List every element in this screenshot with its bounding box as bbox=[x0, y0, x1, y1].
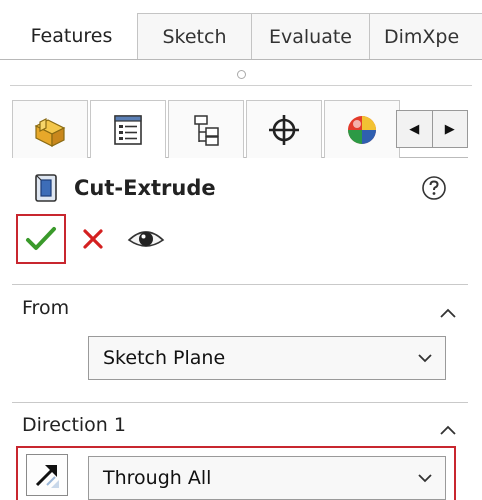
detailed-preview-button[interactable] bbox=[126, 224, 166, 254]
property-manager-header: Cut-Extrude bbox=[30, 172, 216, 204]
tab-configurationmanager[interactable] bbox=[168, 100, 244, 158]
help-icon bbox=[422, 176, 446, 200]
group-separator bbox=[12, 402, 468, 403]
tab-displaymanager[interactable] bbox=[324, 100, 400, 158]
tab-features[interactable]: Features bbox=[0, 13, 138, 59]
reverse-direction-icon bbox=[35, 465, 59, 488]
splitter-handle-icon[interactable] bbox=[236, 70, 246, 79]
tab-sketch[interactable]: Sketch bbox=[138, 13, 252, 59]
display-manager-icon bbox=[348, 115, 376, 144]
from-group-collapse[interactable] bbox=[438, 305, 458, 319]
from-group-title: From bbox=[22, 297, 70, 319]
caret-right-icon: ▶ bbox=[444, 121, 455, 137]
chevron-up-icon bbox=[440, 425, 456, 435]
tab-scroll-arrows: ◀ ▶ bbox=[396, 110, 468, 148]
tab-dimxpert-label: DimXpe bbox=[384, 25, 460, 48]
tab-features-label: Features bbox=[30, 25, 113, 47]
chevron-down-icon bbox=[418, 354, 432, 363]
group-separator bbox=[12, 284, 468, 285]
from-dropdown[interactable]: Sketch Plane bbox=[88, 336, 446, 380]
featuremanager-design-tree-icon bbox=[34, 117, 66, 147]
from-dropdown-arrow[interactable] bbox=[405, 337, 445, 379]
from-dropdown-value: Sketch Plane bbox=[103, 347, 226, 369]
configurationmanager-icon bbox=[194, 114, 219, 146]
dimxpertmanager-icon bbox=[269, 114, 299, 145]
page-title: Cut-Extrude bbox=[74, 176, 216, 200]
tab-dimxpert[interactable]: DimXpe bbox=[370, 13, 482, 59]
direction1-group-title: Direction 1 bbox=[22, 414, 126, 436]
end-condition-dropdown[interactable]: Through All bbox=[88, 456, 446, 500]
command-manager-tabs: Features Sketch Evaluate DimXpe bbox=[0, 10, 482, 60]
end-condition-value: Through All bbox=[103, 467, 212, 489]
reverse-direction-button[interactable] bbox=[26, 454, 68, 496]
direction1-group-collapse[interactable] bbox=[438, 422, 458, 436]
scroll-right-button[interactable]: ▶ bbox=[431, 111, 468, 147]
check-icon bbox=[26, 227, 56, 250]
cancel-button[interactable] bbox=[78, 222, 108, 256]
chevron-up-icon bbox=[440, 308, 456, 318]
cut-extrude-icon bbox=[35, 174, 57, 202]
tab-featuremanager[interactable] bbox=[12, 100, 88, 158]
pane-splitter[interactable] bbox=[10, 64, 472, 86]
tab-evaluate-label: Evaluate bbox=[269, 25, 352, 48]
eye-icon bbox=[127, 231, 165, 247]
ok-button[interactable] bbox=[16, 214, 66, 264]
tab-propertymanager[interactable] bbox=[90, 100, 166, 158]
chevron-down-icon bbox=[418, 474, 432, 483]
help-button[interactable] bbox=[420, 174, 448, 202]
tab-dimxpertmanager[interactable] bbox=[246, 100, 322, 158]
end-condition-dropdown-arrow[interactable] bbox=[405, 457, 445, 499]
caret-left-icon: ◀ bbox=[409, 121, 420, 137]
tab-evaluate[interactable]: Evaluate bbox=[252, 13, 370, 59]
tab-sketch-label: Sketch bbox=[162, 25, 227, 48]
propertymanager-icon bbox=[114, 114, 142, 145]
x-icon bbox=[83, 229, 103, 249]
scroll-left-button[interactable]: ◀ bbox=[397, 111, 432, 147]
